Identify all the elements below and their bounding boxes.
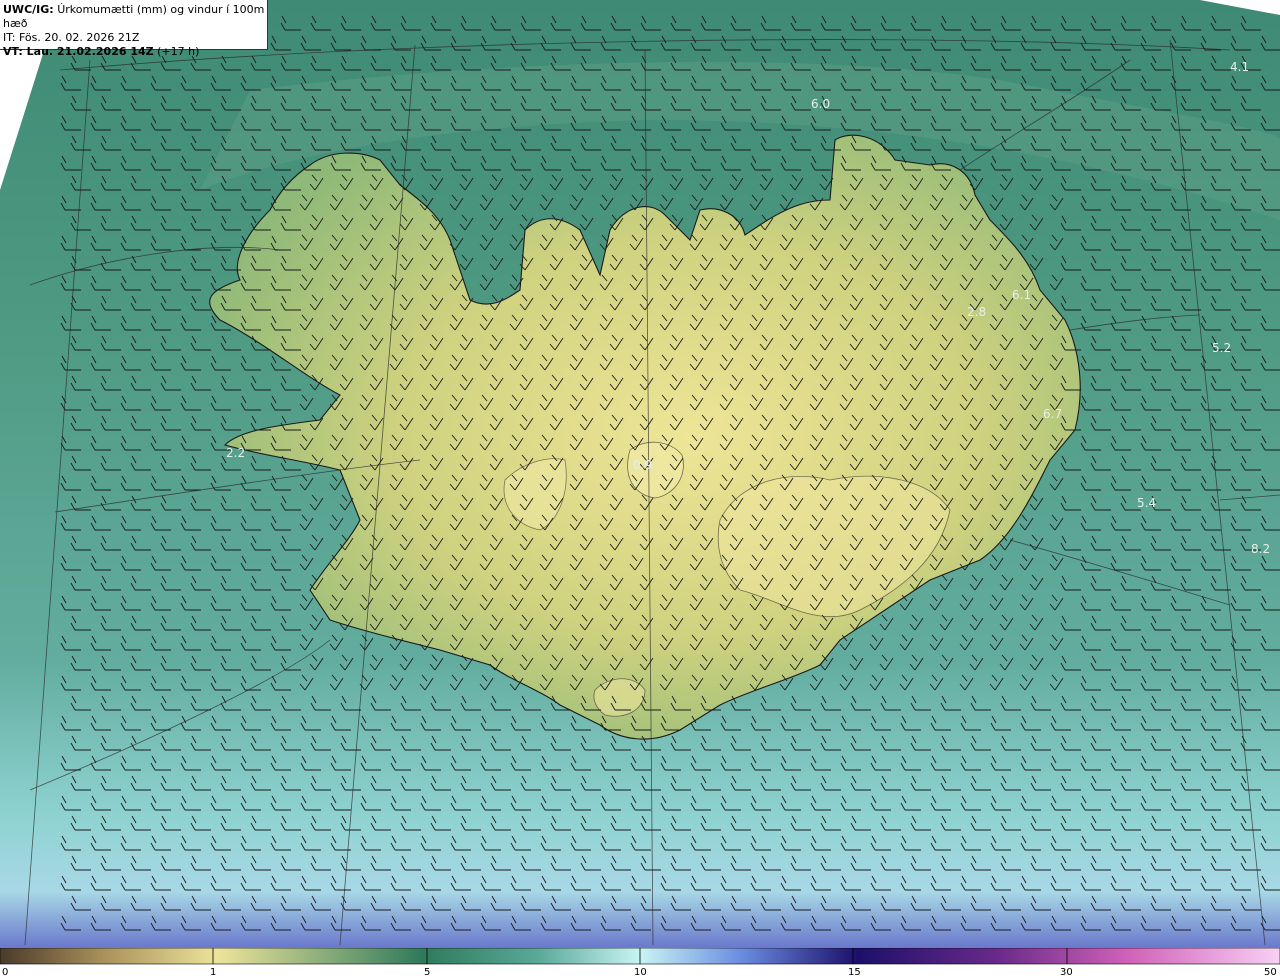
value-label: 2.2	[226, 446, 245, 460]
colorbar: 0 1 5 10 15 30 50	[0, 948, 1280, 978]
map-info-box: UWC/IG: Úrkomumætti (mm) og vindur í 100…	[0, 0, 268, 58]
issue-time: IT: Fös. 20. 02. 2026 21Z	[3, 31, 140, 44]
valid-time: VT: Lau. 21.02.2026 14Z	[3, 45, 154, 58]
colorbar-tick-label: 30	[1060, 967, 1073, 978]
colorbar-tick-label: 10	[634, 967, 647, 978]
colorbar-ticks: 0 1 5 10 15 30 50	[2, 967, 1277, 978]
value-label: 5.2	[1212, 341, 1231, 355]
precipitation-wind-map: 4.1 6.0 6.1 2.8 5.2 6.7 5.4 8.2 2.2 0.9	[0, 0, 1280, 948]
forecast-offset: (+17 h)	[153, 45, 200, 58]
value-label: 2.8	[967, 305, 986, 319]
value-label: 4.1	[1230, 60, 1249, 74]
colorbar-tick-label: 1	[210, 967, 216, 978]
colorbar-tick-label: 50	[1264, 967, 1277, 978]
value-label: 8.2	[1251, 542, 1270, 556]
colorbar-tick-label: 0	[2, 967, 8, 978]
colorbar-tick-label: 5	[424, 967, 430, 978]
model-prefix: UWC/IG:	[3, 3, 54, 16]
value-label: 6.1	[1012, 288, 1031, 302]
colorbar-tick-label: 15	[848, 967, 861, 978]
value-label: 6.0	[811, 97, 830, 111]
value-label: 0.9	[633, 458, 652, 472]
value-label: 5.4	[1137, 496, 1156, 510]
value-label: 6.7	[1043, 407, 1062, 421]
